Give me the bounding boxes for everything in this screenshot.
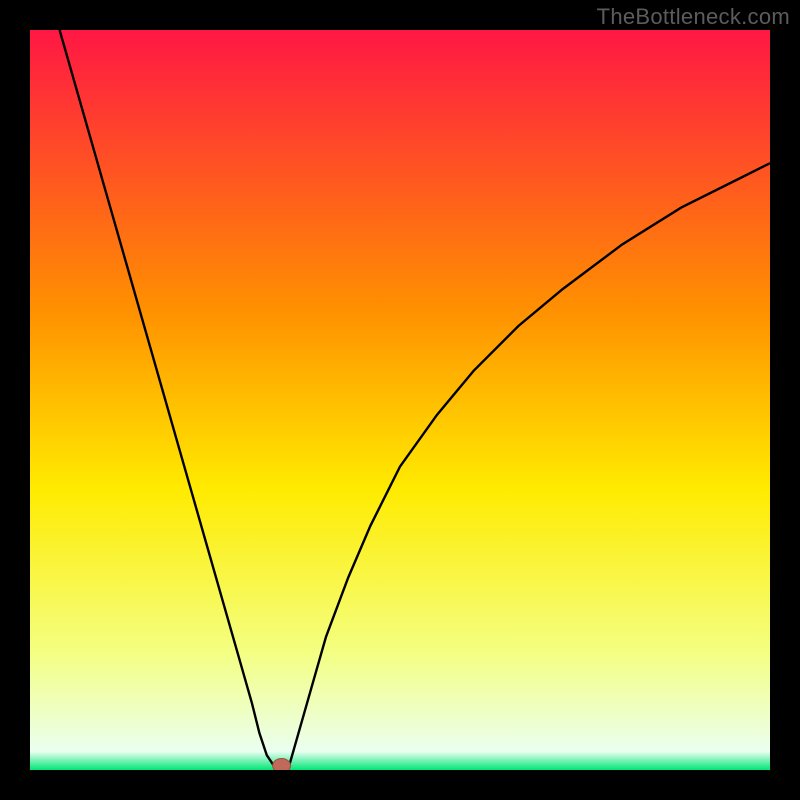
watermark-text: TheBottleneck.com — [597, 4, 790, 30]
gradient-background — [30, 30, 770, 770]
bottleneck-chart — [30, 30, 770, 770]
chart-frame: TheBottleneck.com — [0, 0, 800, 800]
plot-area — [30, 30, 770, 770]
minimum-marker — [273, 759, 291, 770]
